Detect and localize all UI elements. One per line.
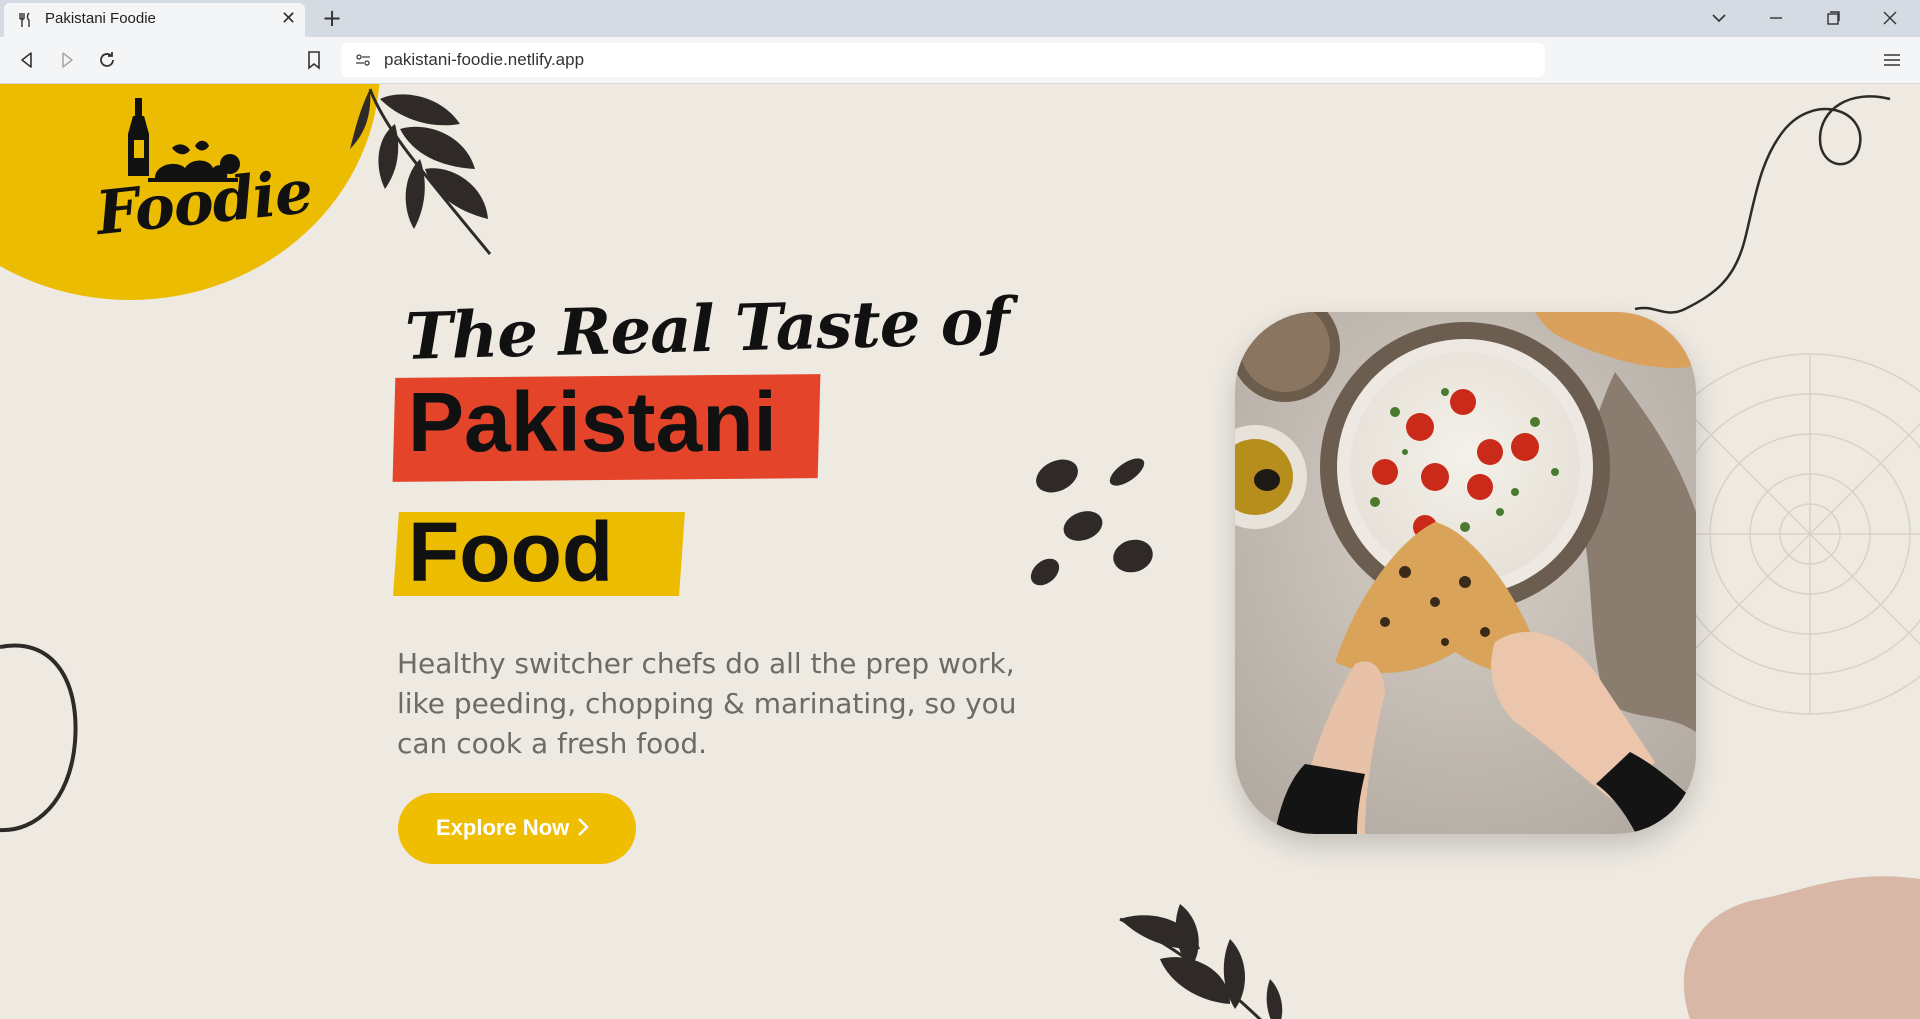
headline-tagline: The Real Taste of	[404, 284, 1010, 375]
explore-now-label: Explore Now	[436, 815, 570, 840]
leaf-branch-decoration	[350, 88, 492, 255]
bookmark-icon[interactable]	[303, 49, 325, 71]
tab-close-icon[interactable]: ✕	[281, 10, 296, 28]
bottom-leaf-decoration	[1119, 904, 1283, 1019]
forward-icon[interactable]	[56, 49, 78, 71]
back-icon[interactable]	[16, 49, 38, 71]
food-photo-illustration	[1235, 312, 1696, 834]
circle-outline-decoration	[0, 643, 78, 833]
address-bar[interactable]: pakistani-foodie.netlify.app	[341, 43, 1545, 77]
headline-food: Food	[408, 505, 614, 599]
browser-tab-strip: Pakistani Foodie ✕ +	[0, 0, 1920, 37]
browser-toolbar: pakistani-foodie.netlify.app	[0, 37, 1920, 84]
chevron-right-icon	[578, 818, 589, 836]
tab-list-chevron-icon[interactable]	[1707, 6, 1731, 30]
reload-icon[interactable]	[96, 49, 118, 71]
food-photo	[1235, 312, 1696, 834]
explore-now-button[interactable]: Explore Now	[398, 793, 636, 864]
minimize-icon[interactable]	[1764, 6, 1788, 30]
browser-tab[interactable]: Pakistani Foodie ✕	[4, 3, 305, 37]
menu-icon[interactable]	[1881, 49, 1903, 71]
hero-description: Healthy switcher chefs do all the prep w…	[397, 647, 1017, 760]
scattered-dots-decoration	[1030, 458, 1153, 586]
restore-icon[interactable]	[1821, 6, 1845, 30]
fork-knife-icon	[19, 12, 30, 27]
tab-title: Pakistani Foodie	[45, 10, 156, 27]
hero-section: Foodie The Real Taste of Pakistani Food …	[0, 84, 1920, 1019]
mandala-pattern-decoration	[1690, 353, 1920, 715]
site-settings-icon[interactable]	[355, 52, 371, 68]
close-window-icon[interactable]	[1878, 6, 1902, 30]
new-tab-icon[interactable]: +	[322, 4, 342, 32]
pink-blob-decoration	[1683, 876, 1920, 1019]
headline-pakistani: Pakistani	[408, 375, 777, 469]
url-text: pakistani-foodie.netlify.app	[384, 50, 585, 69]
